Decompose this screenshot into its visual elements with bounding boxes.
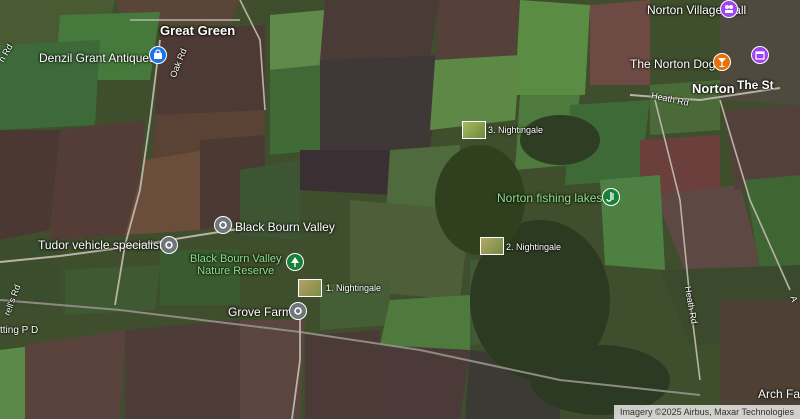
place-great-green[interactable]: Great Green: [160, 23, 235, 38]
community-icon[interactable]: [720, 0, 738, 18]
cocktail-icon[interactable]: [713, 53, 731, 71]
place-grove-farm[interactable]: Grove Farm: [228, 305, 292, 319]
photo-label-nightingale-2[interactable]: 2. Nightingale: [506, 242, 561, 252]
nature-reserve-line1: Black Bourn Valley: [190, 253, 282, 265]
photo-label-nightingale-1[interactable]: 1. Nightingale: [326, 283, 381, 293]
map-pin-icon[interactable]: [214, 216, 232, 234]
place-the-norton-dog[interactable]: The Norton Dog: [630, 57, 715, 71]
place-nature-reserve[interactable]: Black Bourn Valley Nature Reserve: [190, 253, 282, 277]
fishing-icon[interactable]: [602, 188, 620, 206]
place-denzil-grant-antiques[interactable]: Denzil Grant Antiques: [39, 51, 155, 65]
place-tudor-vehicle-specialist[interactable]: Tudor vehicle specialist: [38, 238, 162, 252]
photo-thumbnail[interactable]: [462, 121, 486, 139]
map-pin-icon[interactable]: [160, 236, 178, 254]
event-icon[interactable]: [751, 46, 769, 64]
place-arch-farm: Arch Far: [758, 387, 800, 401]
map-pin-icon[interactable]: [289, 302, 307, 320]
shopping-bag-icon[interactable]: [149, 46, 167, 64]
place-norton-fishing-lakes[interactable]: Norton fishing lakes: [497, 192, 602, 204]
photo-thumbnail[interactable]: [480, 237, 504, 255]
tree-icon[interactable]: [286, 253, 304, 271]
satellite-map[interactable]: Great Green Norton Norton Village Hall T…: [0, 0, 800, 419]
photo-thumbnail[interactable]: [298, 279, 322, 297]
photo-label-nightingale-3[interactable]: 3. Nightingale: [488, 125, 543, 135]
place-norton[interactable]: Norton: [692, 81, 735, 96]
map-attribution: Imagery ©2025 Airbus, Maxar Technologies: [613, 405, 800, 419]
place-the-st: The St: [737, 78, 774, 92]
nature-reserve-line2: Nature Reserve: [197, 265, 275, 277]
place-black-bourn-valley[interactable]: Black Bourn Valley: [235, 220, 335, 234]
road-label-tting-pd: tting P D: [0, 325, 39, 336]
